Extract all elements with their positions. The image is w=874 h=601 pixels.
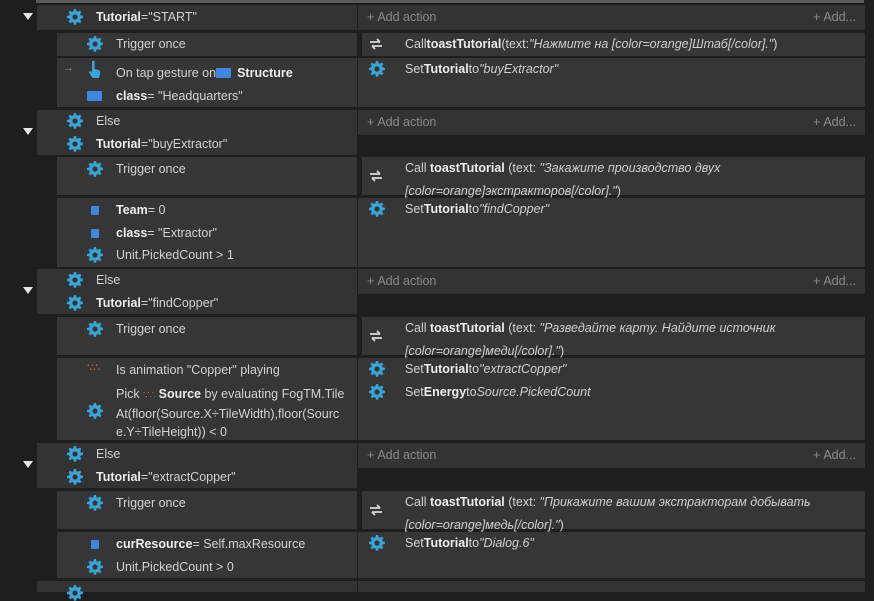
top-divider	[36, 0, 864, 3]
add-action-button[interactable]: + Add action	[367, 444, 436, 466]
add-more-button[interactable]: + Add...	[813, 111, 856, 133]
else-condition[interactable]: Else	[67, 110, 120, 132]
animation-condition[interactable]: Is animation "Copper" playing	[116, 359, 280, 381]
operator: =	[140, 10, 149, 24]
system-gear-icon	[67, 295, 83, 311]
unit-object-icon	[91, 229, 99, 238]
system-gear-icon	[67, 469, 83, 485]
collapse-toggle[interactable]	[23, 128, 33, 135]
add-action-button[interactable]: + Add action	[367, 111, 436, 133]
touch-gesture-icon	[88, 61, 101, 78]
function-call-icon	[370, 38, 382, 50]
add-action-button[interactable]: + Add action	[367, 270, 436, 292]
else-condition[interactable]: Else	[67, 443, 120, 465]
unit-object-icon	[91, 540, 99, 549]
event-condition-start[interactable]: Tutorial = "START"	[67, 6, 197, 28]
action-call[interactable]: Call toastTutorial (text: "Прикажите ваш…	[405, 491, 845, 537]
system-gear-icon	[67, 9, 83, 25]
system-gear-icon	[369, 201, 385, 217]
collapse-toggle[interactable]	[23, 13, 33, 20]
class-condition[interactable]: class = "Headquarters"	[116, 85, 243, 107]
pick-by-evaluating-condition[interactable]: Pick ∵∴ Source by evaluating FogTM.TileA…	[116, 385, 348, 441]
trigger-once-condition[interactable]: Trigger once	[87, 492, 186, 514]
set-variable-action[interactable]: Set Tutorial to "buyExtractor"	[405, 58, 558, 80]
system-gear-icon	[87, 559, 103, 575]
add-more-button[interactable]: + Add...	[813, 270, 856, 292]
trigger-once-condition[interactable]: Trigger once	[87, 33, 186, 55]
function-call-icon	[370, 504, 382, 516]
event-condition-buyextractor[interactable]: Tutorial = "buyExtractor"	[67, 133, 227, 155]
function-call-icon	[370, 330, 382, 342]
structure-object-icon	[87, 91, 102, 101]
compare-value: "START"	[148, 10, 197, 24]
add-more-button[interactable]: + Add...	[813, 6, 856, 28]
system-gear-icon	[87, 247, 103, 263]
action-call[interactable]: Call toastTutorial (text: "Закажите прои…	[405, 157, 825, 203]
picked-count-condition[interactable]: Unit.PickedCount > 1	[116, 244, 234, 266]
set-variable-action[interactable]: Set Tutorial to "extractCopper"	[405, 358, 567, 380]
system-gear-icon	[67, 136, 83, 152]
class-condition[interactable]: class = "Extractor"	[116, 222, 217, 244]
system-gear-icon	[369, 361, 385, 377]
tap-gesture-condition[interactable]: On tap gesture on Structure	[116, 62, 293, 84]
structure-object-icon	[216, 68, 232, 78]
event-condition-findcopper[interactable]: Tutorial = "findCopper"	[67, 292, 218, 314]
system-gear-icon	[87, 403, 103, 419]
function-call-icon	[370, 170, 382, 182]
collapse-toggle[interactable]	[23, 287, 33, 294]
copper-sprite-icon: ∵∴	[143, 390, 159, 401]
system-gear-icon	[67, 272, 83, 288]
system-gear-icon	[87, 321, 103, 337]
system-gear-icon	[369, 384, 385, 400]
system-gear-icon	[67, 113, 83, 129]
system-gear-icon	[369, 535, 385, 551]
system-gear-icon	[369, 61, 385, 77]
system-gear-icon	[67, 446, 83, 462]
copper-sprite-icon: ∵∴	[87, 362, 100, 374]
event-condition-extractcopper[interactable]: Tutorial = "extractCopper"	[67, 466, 236, 488]
set-energy-action[interactable]: Set Energy to Source.PickedCount	[405, 381, 591, 403]
system-gear-icon	[67, 585, 83, 601]
set-variable-action[interactable]: Set Tutorial to "Dialog.6"	[405, 532, 534, 554]
unit-object-icon	[91, 206, 99, 215]
add-more-button[interactable]: + Add...	[813, 444, 856, 466]
trigger-once-condition[interactable]: Trigger once	[87, 158, 186, 180]
set-variable-action[interactable]: Set Tutorial to "findCopper"	[405, 198, 549, 220]
system-gear-icon	[87, 161, 103, 177]
collapse-toggle[interactable]	[23, 461, 33, 468]
picked-count-condition[interactable]: Unit.PickedCount > 0	[116, 556, 234, 578]
action-call[interactable]: Call toastTutorial (text: "Нажмите на [c…	[405, 33, 777, 55]
action-call[interactable]: Call toastTutorial (text: "Разведайте ка…	[405, 317, 825, 363]
system-gear-icon	[87, 495, 103, 511]
team-condition[interactable]: Team = 0	[116, 199, 165, 221]
variable-name: Tutorial	[96, 10, 141, 24]
else-condition[interactable]: Else	[67, 269, 120, 291]
add-action-button[interactable]: + Add action	[367, 6, 436, 28]
system-gear-icon	[87, 36, 103, 52]
actions-header-next	[358, 581, 865, 592]
event-block-next[interactable]	[37, 581, 357, 592]
trigger-arrow-icon: →	[63, 62, 74, 74]
trigger-once-condition[interactable]: Trigger once	[87, 318, 186, 340]
cur-resource-condition[interactable]: curResource = Self.maxResource	[116, 533, 305, 555]
